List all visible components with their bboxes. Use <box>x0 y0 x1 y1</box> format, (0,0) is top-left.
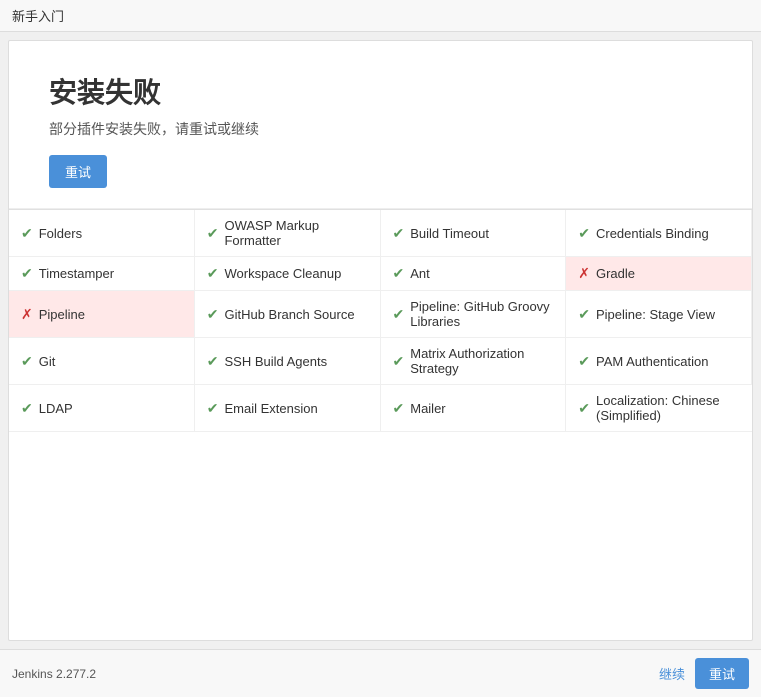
check-icon: ✔ <box>207 225 219 242</box>
check-icon: ✔ <box>21 225 33 242</box>
plugin-item: ✔ Timestamper <box>9 257 195 291</box>
plugin-name: PAM Authentication <box>596 354 709 369</box>
plugin-name: Credentials Binding <box>596 226 709 241</box>
bottom-right: 继续 重试 <box>659 658 749 689</box>
plugin-item: ✔ Pipeline: GitHub Groovy Libraries <box>381 291 567 338</box>
plugin-item: ✗ Gradle <box>566 257 752 291</box>
plugin-item: ✔ GitHub Branch Source <box>195 291 381 338</box>
install-section: 安装失败 部分插件安装失败，请重试或继续 重试 <box>9 41 752 209</box>
check-icon: ✔ <box>578 225 590 242</box>
check-icon: ✔ <box>393 225 405 242</box>
plugin-item: ✔ LDAP <box>9 385 195 432</box>
check-icon: ✔ <box>21 353 33 370</box>
top-bar-title: 新手入门 <box>12 9 64 24</box>
install-title: 安装失败 <box>49 71 712 111</box>
plugin-name: Build Timeout <box>410 226 489 241</box>
plugin-item: ✔ SSH Build Agents <box>195 338 381 385</box>
continue-link[interactable]: 继续 <box>659 664 685 683</box>
jenkins-version: Jenkins 2.277.2 <box>12 667 96 681</box>
check-icon: ✔ <box>207 306 219 323</box>
plugin-name: Pipeline: GitHub Groovy Libraries <box>410 299 553 329</box>
plugin-item: ✔ Workspace Cleanup <box>195 257 381 291</box>
plugin-name: Git <box>39 354 56 369</box>
plugin-name: Localization: Chinese (Simplified) <box>596 393 740 423</box>
install-subtitle: 部分插件安装失败，请重试或继续 <box>49 119 712 139</box>
plugin-name: Mailer <box>410 401 445 416</box>
plugin-item: ✔ Localization: Chinese (Simplified) <box>566 385 752 432</box>
check-icon: ✔ <box>393 400 405 417</box>
check-icon: ✔ <box>578 306 590 323</box>
check-icon: ✔ <box>21 265 33 282</box>
plugin-name: Workspace Cleanup <box>224 266 341 281</box>
plugin-name: Folders <box>39 226 82 241</box>
plugin-item: ✔ PAM Authentication <box>566 338 752 385</box>
plugin-name: Matrix Authorization Strategy <box>410 346 553 376</box>
check-icon: ✔ <box>207 265 219 282</box>
cross-icon: ✗ <box>21 306 33 323</box>
plugin-item: ✔ Email Extension <box>195 385 381 432</box>
plugin-item: ✔ Pipeline: Stage View <box>566 291 752 338</box>
plugin-name: Timestamper <box>39 266 114 281</box>
check-icon: ✔ <box>578 353 590 370</box>
plugins-grid: ✔ Folders ✔ OWASP Markup Formatter ✔ Build Ti… <box>9 209 752 432</box>
plugin-item: ✔ OWASP Markup Formatter <box>195 210 381 257</box>
retry-button[interactable]: 重试 <box>49 155 107 188</box>
plugin-name: LDAP <box>39 401 73 416</box>
bottom-bar: Jenkins 2.277.2 继续 重试 <box>0 649 761 697</box>
check-icon: ✔ <box>393 353 405 370</box>
cross-icon: ✗ <box>578 265 590 282</box>
check-icon: ✔ <box>393 265 405 282</box>
plugin-item: ✔ Folders <box>9 210 195 257</box>
plugin-name: Pipeline: Stage View <box>596 307 715 322</box>
plugin-name: SSH Build Agents <box>224 354 327 369</box>
main-content: 安装失败 部分插件安装失败，请重试或继续 重试 ✔ Folders ✔ OWASP M… <box>8 40 753 641</box>
plugin-name: Email Extension <box>224 401 317 416</box>
check-icon: ✔ <box>207 353 219 370</box>
plugin-name: Gradle <box>596 266 635 281</box>
plugin-item: ✔ Credentials Binding <box>566 210 752 257</box>
check-icon: ✔ <box>21 400 33 417</box>
plugin-name: Ant <box>410 266 430 281</box>
check-icon: ✔ <box>578 400 590 417</box>
plugin-item: ✗ Pipeline <box>9 291 195 338</box>
plugin-item: ✔ Ant <box>381 257 567 291</box>
plugin-item: ✔ Build Timeout <box>381 210 567 257</box>
plugin-item: ✔ Mailer <box>381 385 567 432</box>
check-icon: ✔ <box>207 400 219 417</box>
plugin-name: GitHub Branch Source <box>224 307 354 322</box>
check-icon: ✔ <box>393 306 405 323</box>
top-bar: 新手入门 <box>0 0 761 32</box>
plugin-item: ✔ Matrix Authorization Strategy <box>381 338 567 385</box>
plugin-item: ✔ Git <box>9 338 195 385</box>
plugin-name: Pipeline <box>39 307 85 322</box>
retry-button-footer[interactable]: 重试 <box>695 658 749 689</box>
plugin-name: OWASP Markup Formatter <box>224 218 367 248</box>
